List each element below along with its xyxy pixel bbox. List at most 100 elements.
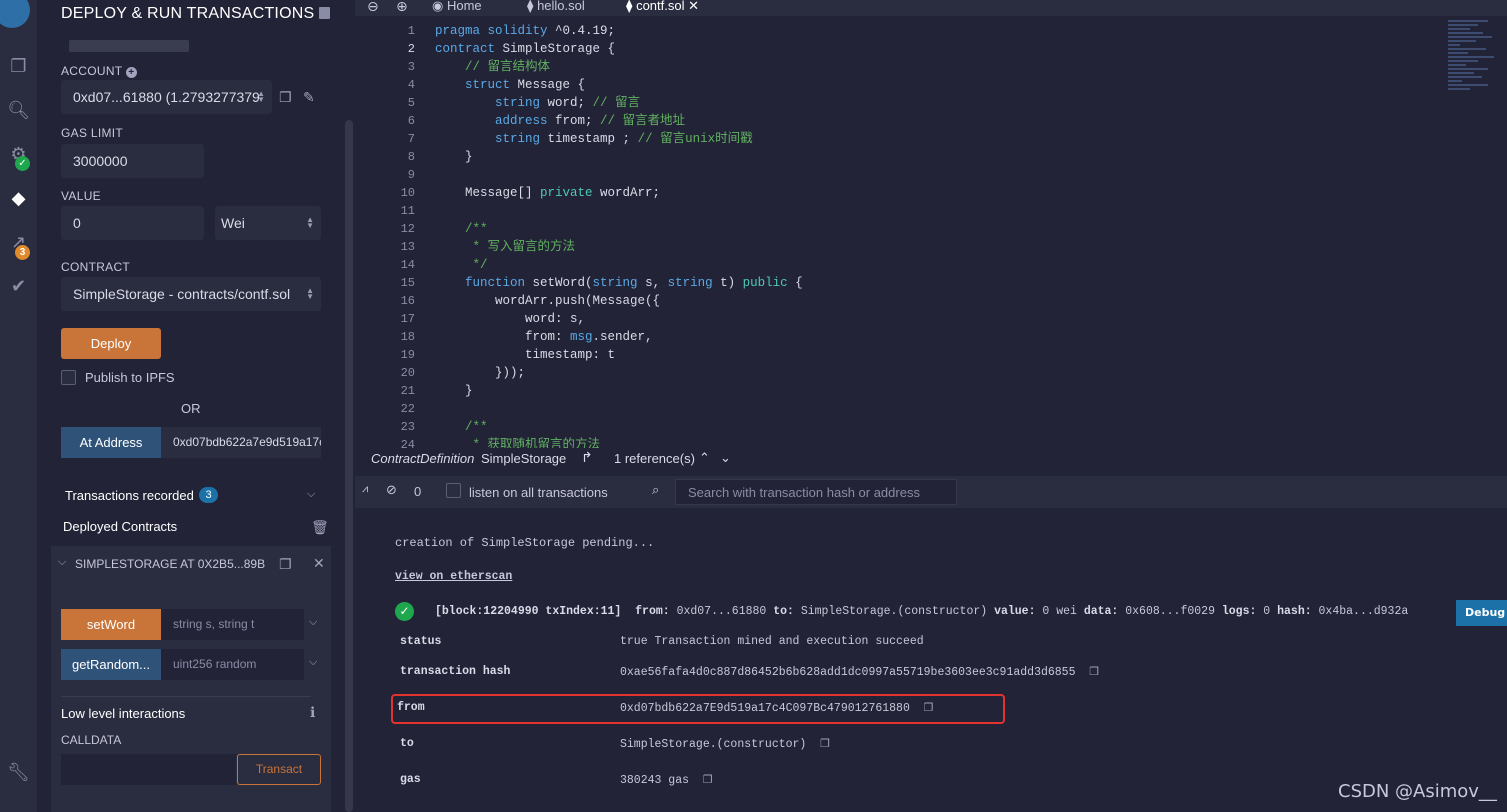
value-label: VALUE	[61, 189, 101, 203]
chevron-down-icon[interactable]: ⌵	[309, 616, 317, 629]
main-area: ⊖ ⊕ ◉ Home ⧫ hello.sol ⧫ contf.sol ✕ 123…	[355, 0, 1507, 812]
transactions-count-badge: 3	[199, 487, 218, 503]
info-icon[interactable]: ℹ	[310, 704, 315, 721]
low-level-label: Low level interactions	[61, 706, 186, 721]
copy-address-icon[interactable]: ❐	[279, 556, 292, 573]
select-arrows-icon: ▲ ▼	[257, 89, 265, 104]
getrandom-button[interactable]: getRandom...	[61, 649, 161, 680]
home-icon: ◉	[432, 0, 444, 13]
pending-message: creation of SimpleStorage pending...	[395, 536, 655, 550]
copy-account-icon[interactable]: ❐	[279, 89, 292, 106]
chevron-down-icon[interactable]: ⌵	[307, 488, 315, 501]
tab-contf[interactable]: ⧫ contf.sol ✕	[626, 0, 699, 14]
instance-title: SIMPLESTORAGE AT 0X2B5...89B6	[75, 557, 265, 571]
from-key: from	[397, 701, 425, 714]
gas-limit-input[interactable]: 3000000	[61, 144, 204, 178]
to-key: to	[400, 737, 414, 750]
setword-button[interactable]: setWord	[61, 609, 161, 640]
clear-terminal-icon[interactable]: ⊘	[386, 482, 397, 498]
chevron-down-icon[interactable]: ⌵	[309, 656, 317, 669]
definition-kind: ContractDefinition	[371, 451, 475, 466]
etherscan-link[interactable]: view on etherscan	[395, 570, 512, 583]
contract-select[interactable]: SimpleStorage - contracts/contf.sol ▲ ▼	[61, 277, 321, 311]
copy-icon[interactable]: ❐	[820, 737, 830, 750]
code-editor[interactable]: pragma solidity ^0.4.19; contract Simple…	[435, 22, 803, 454]
tab-hello[interactable]: ⧫ hello.sol	[527, 0, 585, 14]
getrandom-params-input[interactable]: uint256 random	[161, 649, 304, 680]
search-icon: ⌕	[652, 482, 660, 497]
account-label: ACCOUNT +	[61, 64, 137, 78]
publish-ipfs-label: Publish to IPFS	[85, 370, 175, 385]
calldata-input[interactable]	[61, 754, 236, 785]
terminal-output: creation of SimpleStorage pending... vie…	[355, 508, 1507, 812]
terminal-toolbar: ⩘ ⊘ 0 listen on all transactions ⌕ Searc…	[355, 476, 1507, 508]
pending-count: 0	[414, 484, 422, 499]
zoom-out-icon[interactable]: ⊖	[367, 0, 379, 15]
select-arrows-icon: ▲ ▼	[306, 215, 314, 230]
chevron-up-icon[interactable]: ⌃	[699, 450, 710, 466]
add-account-icon[interactable]: +	[125, 67, 137, 78]
value-unit-select[interactable]: Wei ▲ ▼	[215, 206, 321, 240]
success-check-icon: ✓	[395, 602, 414, 621]
publish-ipfs-checkbox[interactable]	[61, 370, 76, 385]
copy-icon[interactable]: ❐	[924, 701, 934, 714]
tx-summary[interactable]: [block:12204990 txIndex:11] from: 0xd07.…	[435, 605, 1408, 618]
definition-name: SimpleStorage	[481, 451, 567, 466]
deployed-contracts-label: Deployed Contracts	[63, 519, 178, 534]
divider	[61, 696, 311, 697]
environment-select-cutoff[interactable]	[69, 40, 189, 52]
chevron-down-icon[interactable]: ⌵	[58, 556, 66, 569]
search-icon[interactable]: 🔍︎	[0, 100, 37, 121]
goto-definition-icon[interactable]: ↱	[581, 449, 593, 466]
solidity-file-icon: ⧫	[527, 0, 534, 13]
trash-icon[interactable]: 🗑︎	[311, 519, 329, 536]
panel-scrollbar[interactable]	[345, 120, 353, 812]
edit-account-icon[interactable]: ✎	[303, 89, 315, 106]
setword-params-input[interactable]: string s, string t	[161, 609, 304, 640]
listen-label: listen on all transactions	[469, 485, 608, 500]
gas-value: 380243 gas ❐	[620, 773, 713, 787]
at-address-button[interactable]: At Address	[61, 427, 161, 458]
tab-home[interactable]: ◉ Home	[432, 0, 482, 14]
listen-checkbox[interactable]	[446, 483, 461, 498]
references-count: 1 reference(s)	[614, 451, 695, 466]
deployed-instance: ⌵ SIMPLESTORAGE AT 0X2B5...89B6 ❐ ✕ setW…	[51, 546, 331, 812]
search-input[interactable]: Search with transaction hash or address	[675, 479, 957, 505]
line-numbers: 1 2 3 4 5 6 7 8 9 10 11 12 13 14 15 16 17 18 19 20 21 22 23 24	[400, 24, 415, 452]
plugin-badge: 3	[15, 245, 30, 260]
copy-icon[interactable]: ❐	[703, 773, 713, 786]
plugin-manager-icon[interactable]: 🔧︎	[0, 762, 37, 783]
solidity-file-icon: ⧫	[626, 0, 633, 13]
file-explorer-icon[interactable]: ❐	[0, 56, 37, 77]
deploy-panel: DEPLOY & RUN TRANSACTIONS ACCOUNT + 0xd0…	[37, 0, 347, 812]
close-icon[interactable]: ✕	[313, 555, 325, 572]
tab-bar: ⊖ ⊕ ◉ Home ⧫ hello.sol ⧫ contf.sol ✕	[355, 0, 1507, 16]
watermark: CSDN @Asimov__	[1338, 781, 1497, 802]
zoom-in-icon[interactable]: ⊕	[396, 0, 408, 15]
tx-hash-value: 0xae56fafa4d0c887d86452b6b628add1dc0997a…	[620, 665, 1100, 679]
debug-button[interactable]: Debug	[1456, 600, 1507, 626]
copy-icon[interactable]: ❐	[1089, 665, 1099, 678]
to-value: SimpleStorage.(constructor) ❐	[620, 737, 831, 751]
contract-label: CONTRACT	[61, 260, 131, 274]
deploy-button[interactable]: Deploy	[61, 328, 161, 359]
deploy-run-icon[interactable]: ◆	[0, 188, 37, 209]
testing-icon[interactable]: ✔	[0, 276, 37, 297]
close-tab-icon[interactable]: ✕	[688, 0, 699, 13]
at-address-input[interactable]: 0xd07bdb622a7e9d519a17c4	[161, 427, 321, 458]
account-select[interactable]: 0xd07...61880 (1.2793277379 ▲ ▼	[61, 80, 272, 114]
select-arrows-icon: ▲ ▼	[306, 286, 314, 301]
transactions-recorded-label[interactable]: Transactions recorded	[65, 488, 194, 503]
collapse-terminal-icon[interactable]: ⩘	[362, 483, 368, 496]
editor-minimap[interactable]	[1448, 20, 1500, 100]
icon-rail: ❐ 🔍︎ ⚙ ✓ ◆ ↗ 3 ✔ 🔧︎	[0, 0, 37, 812]
panel-title: DEPLOY & RUN TRANSACTIONS	[61, 5, 315, 22]
chevron-down-icon[interactable]: ⌄	[720, 450, 731, 466]
tx-hash-key: transaction hash	[400, 665, 511, 678]
remix-logo-icon[interactable]	[0, 0, 30, 28]
value-input[interactable]: 0	[61, 206, 204, 240]
gas-key: gas	[400, 773, 421, 786]
documentation-icon[interactable]	[319, 7, 330, 19]
transact-button[interactable]: Transact	[237, 754, 321, 785]
reference-bar: ContractDefinition SimpleStorage ↱ 1 ref…	[355, 448, 1507, 472]
